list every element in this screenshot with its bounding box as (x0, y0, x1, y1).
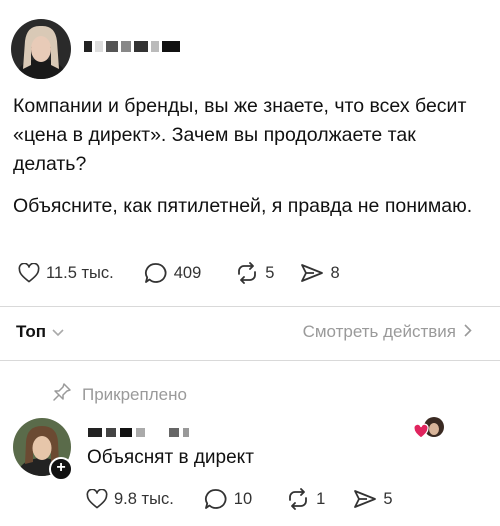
divider (0, 360, 500, 361)
plus-icon: + (56, 459, 66, 476)
repost-button[interactable]: 5 (235, 262, 274, 284)
repost-button[interactable]: 1 (286, 488, 325, 510)
view-activity-link[interactable]: Смотреть действия (303, 322, 472, 342)
comment-bubble-icon (204, 488, 228, 510)
share-count: 5 (383, 489, 393, 508)
like-button[interactable]: 9.8 тыс. (86, 489, 174, 509)
pin-icon (52, 382, 72, 407)
pinned-label: Прикреплено (82, 384, 187, 404)
chevron-down-icon (52, 325, 64, 340)
post-paragraph: Компании и бренды, вы же знаете, что все… (13, 95, 467, 175)
reply-author-name-redacted[interactable] (88, 428, 189, 437)
repost-count: 5 (265, 263, 275, 282)
author-liked-badge (413, 416, 444, 444)
pinned-indicator: Прикреплено (52, 382, 187, 407)
like-count: 9.8 тыс. (114, 489, 174, 508)
comment-count: 10 (233, 489, 253, 508)
post-author-avatar[interactable] (11, 19, 71, 79)
post-paragraph: Объясните, как пятилетней, я правда не п… (13, 195, 473, 217)
sort-label: Топ (16, 322, 46, 341)
repost-arrows-icon (235, 262, 259, 284)
divider (0, 306, 500, 307)
view-activity-label: Смотреть действия (302, 322, 456, 341)
share-count: 8 (330, 263, 340, 282)
reply-actions: 9.8 тыс. 10 1 5 (86, 488, 393, 510)
heart-icon (413, 423, 429, 439)
post-text: Компании и бренды, вы же знаете, что все… (13, 92, 483, 234)
send-icon (300, 262, 324, 284)
heart-icon (86, 489, 108, 509)
comment-bubble-icon (144, 262, 168, 284)
comment-button[interactable]: 409 (144, 262, 202, 284)
share-button[interactable]: 8 (300, 262, 340, 284)
repost-arrows-icon (286, 488, 310, 510)
like-count: 11.5 тыс. (46, 263, 114, 282)
send-icon (353, 488, 377, 510)
like-button[interactable]: 11.5 тыс. (18, 263, 114, 283)
heart-icon (18, 263, 40, 283)
sort-dropdown[interactable]: Топ (16, 322, 64, 342)
chevron-right-icon (464, 322, 472, 342)
comment-count: 409 (173, 263, 202, 282)
post-actions: 11.5 тыс. 409 5 8 (18, 262, 340, 284)
comment-button[interactable]: 10 (204, 488, 252, 510)
share-button[interactable]: 5 (353, 488, 393, 510)
reply-text: Объяснят в директ (87, 447, 254, 468)
post-author-name-redacted[interactable] (84, 40, 180, 53)
repost-count: 1 (316, 489, 326, 508)
follow-button[interactable]: + (49, 457, 73, 481)
